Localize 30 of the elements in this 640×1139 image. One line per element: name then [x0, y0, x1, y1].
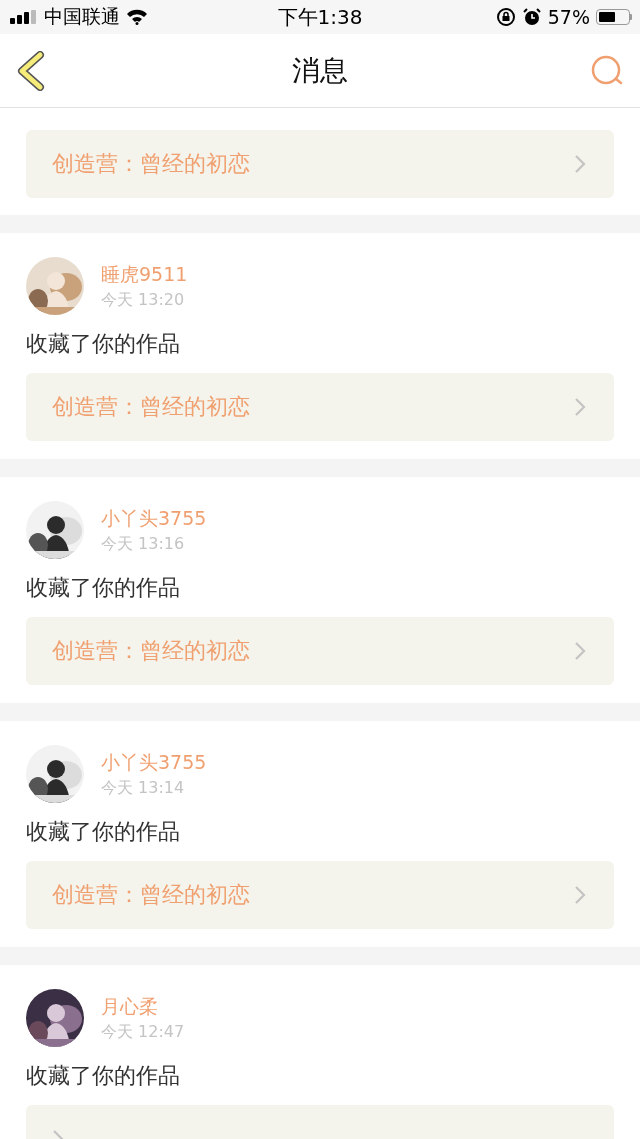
work-card[interactable]: 创造营：曾经的初恋 — [26, 373, 614, 441]
rotation-lock-icon — [495, 7, 516, 27]
chevron-icon — [574, 885, 586, 905]
message-text: 收藏了你的作品 — [26, 330, 181, 358]
message-text: 收藏了你的作品 — [26, 1062, 181, 1090]
chevron-icon — [574, 641, 586, 661]
wifi-icon — [126, 9, 148, 25]
work-card[interactable]: 创造营：曾经的初恋 — [26, 130, 614, 198]
page-title: 消息 — [292, 52, 348, 89]
signal-icon — [10, 10, 38, 24]
user-name[interactable]: 小丫头3755 — [101, 749, 207, 776]
work-card[interactable]: 创造营：曾经的初恋 — [26, 617, 614, 685]
message-text: 收藏了你的作品 — [26, 818, 181, 846]
chevron-icon — [574, 154, 586, 174]
back-icon[interactable] — [16, 50, 46, 91]
battery-percent: 57% — [547, 6, 590, 28]
message-time: 今天 13:16 — [101, 533, 186, 555]
chevron-icon — [574, 397, 586, 417]
message-time: 今天 13:14 — [101, 777, 186, 799]
alarm-icon — [521, 7, 542, 27]
user-name[interactable]: 小丫头3755 — [101, 505, 207, 532]
message-time: 今天 13:20 — [101, 289, 186, 311]
user-name[interactable]: 睡虎9511 — [101, 261, 188, 288]
work-card[interactable]: 创造营：曾经的初恋 — [26, 861, 614, 929]
battery-icon — [596, 9, 632, 25]
message-time: 今天 12:47 — [101, 1021, 185, 1043]
message-text: 收藏了你的作品 — [26, 574, 181, 602]
clock: 下午1:38 — [277, 3, 363, 31]
user-name[interactable]: 月心柔 — [101, 993, 185, 1020]
carrier-name: 中国联通 — [44, 4, 120, 29]
